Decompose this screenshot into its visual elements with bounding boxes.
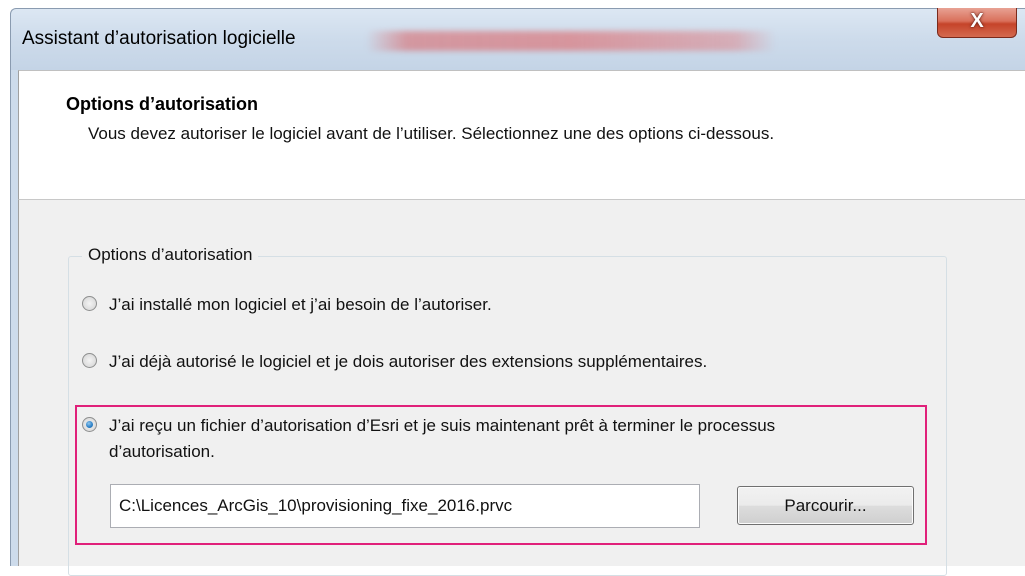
- option-label: J’ai reçu un fichier d’autorisation d’Es…: [109, 416, 776, 461]
- file-path-input[interactable]: [110, 484, 700, 528]
- option-received-file[interactable]: J’ai reçu un fichier d’autorisation d’Es…: [82, 413, 872, 465]
- option-label: J’ai déjà autorisé le logiciel et je doi…: [109, 352, 708, 371]
- browse-button[interactable]: Parcourir...: [737, 486, 914, 525]
- window-title: Assistant d’autorisation logicielle: [22, 28, 296, 49]
- radio-button[interactable]: [82, 296, 97, 311]
- close-icon: X: [970, 10, 984, 32]
- radio-button-selected[interactable]: [82, 417, 97, 432]
- page-title: Options d’autorisation: [66, 94, 258, 114]
- option-install-authorize[interactable]: J’ai installé mon logiciel et j’ai besoi…: [82, 292, 922, 318]
- option-label: J’ai installé mon logiciel et j’ai besoi…: [109, 295, 492, 314]
- group-legend: Options d’autorisation: [82, 245, 259, 265]
- option-authorize-extensions[interactable]: J’ai déjà autorisé le logiciel et je doi…: [82, 349, 922, 375]
- radio-button[interactable]: [82, 353, 97, 368]
- window-frame-left: [10, 70, 18, 566]
- close-button[interactable]: X: [937, 8, 1017, 38]
- page-description: Vous devez autoriser le logiciel avant d…: [88, 124, 775, 143]
- redacted-title-text: [366, 31, 776, 51]
